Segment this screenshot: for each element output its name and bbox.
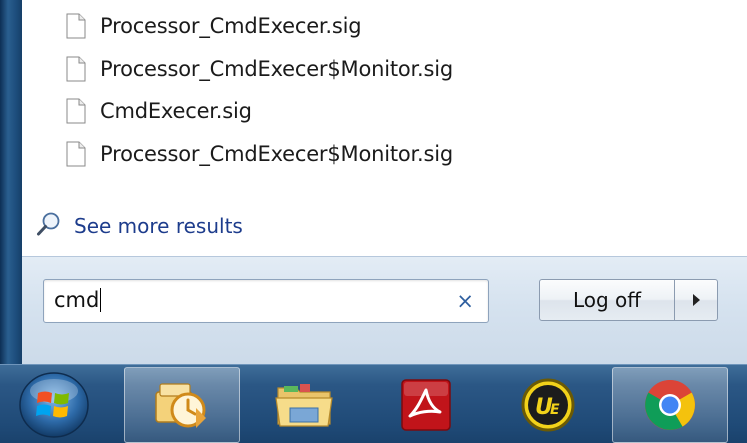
ultraedit-icon: U E	[521, 378, 575, 432]
taskbar-ultraedit-button[interactable]: U E	[490, 367, 606, 443]
outlook-tasks-icon	[155, 383, 206, 428]
see-more-results-label: See more results	[74, 214, 243, 238]
search-result-label: Processor_CmdExecer$Monitor.sig	[100, 142, 454, 166]
document-icon	[66, 141, 86, 167]
text-caret	[100, 288, 102, 312]
document-icon	[66, 56, 86, 82]
clear-search-icon[interactable]: ×	[456, 289, 474, 313]
taskbar: U E	[0, 364, 747, 443]
taskbar-acrobat-button[interactable]	[368, 367, 484, 443]
search-icon	[36, 211, 62, 241]
search-result-item[interactable]: Processor_CmdExecer.sig	[66, 8, 362, 44]
start-menu-frame	[0, 0, 22, 364]
see-more-results-link[interactable]: See more results	[36, 208, 243, 244]
acrobat-icon	[401, 379, 451, 431]
start-menu-results: Processor_CmdExecer.sig Processor_CmdExe…	[22, 0, 747, 256]
chrome-icon	[645, 380, 695, 430]
chevron-right-icon	[692, 294, 700, 306]
search-result-label: CmdExecer.sig	[100, 99, 252, 123]
search-input[interactable]: cmd ×	[43, 279, 489, 323]
taskbar-chrome-button[interactable]	[612, 367, 728, 443]
search-input-value: cmd	[54, 288, 100, 312]
taskbar-outlook-button[interactable]	[124, 367, 240, 443]
taskbar-explorer-button[interactable]	[246, 367, 362, 443]
search-result-label: Processor_CmdExecer.sig	[100, 14, 362, 38]
search-result-item[interactable]: Processor_CmdExecer$Monitor.sig	[66, 51, 453, 87]
document-icon	[66, 13, 86, 39]
file-explorer-icon	[275, 384, 333, 427]
log-off-button[interactable]: Log off	[539, 279, 675, 321]
search-result-item[interactable]: CmdExecer.sig	[66, 93, 252, 129]
svg-text:E: E	[550, 402, 560, 418]
search-result-item[interactable]: Processor_CmdExecer$Monitor.sig	[66, 136, 453, 172]
log-off-label: Log off	[572, 288, 642, 312]
search-result-label: Processor_CmdExecer$Monitor.sig	[100, 57, 454, 81]
document-icon	[66, 98, 86, 124]
shutdown-options-button[interactable]	[674, 279, 718, 321]
start-menu-bottom-pane: cmd × Log off	[22, 256, 747, 365]
windows-start-orb-icon	[19, 372, 89, 438]
start-button[interactable]	[16, 371, 92, 439]
